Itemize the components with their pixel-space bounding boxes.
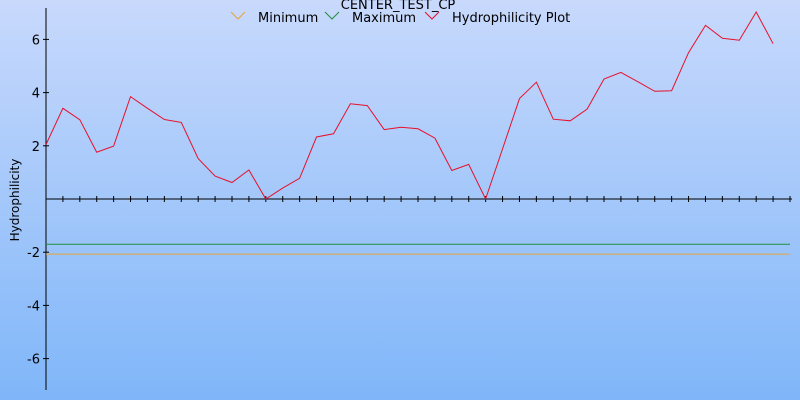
y-tick-label: -2 bbox=[27, 246, 40, 261]
legend-entry-label: Maximum bbox=[352, 11, 416, 26]
y-tick-label: 2 bbox=[32, 140, 40, 155]
y-tick-label: -4 bbox=[27, 299, 40, 314]
y-tick-label: 4 bbox=[32, 87, 40, 102]
y-axis-title: Hydrophilicity bbox=[8, 159, 22, 242]
chart-background bbox=[0, 0, 800, 400]
y-tick-label: -6 bbox=[27, 353, 40, 368]
legend-entry-label: Minimum bbox=[258, 11, 318, 26]
legend: Minimum Maximum Hydrophilicity Plot bbox=[230, 11, 570, 26]
hydrophilicity-chart: CENTER_TEST_CP Minimum Maximum Hydrophilic… bbox=[0, 0, 800, 400]
legend-entry-label: Hydrophilicity Plot bbox=[452, 11, 570, 26]
y-tick-label: 6 bbox=[32, 33, 40, 48]
